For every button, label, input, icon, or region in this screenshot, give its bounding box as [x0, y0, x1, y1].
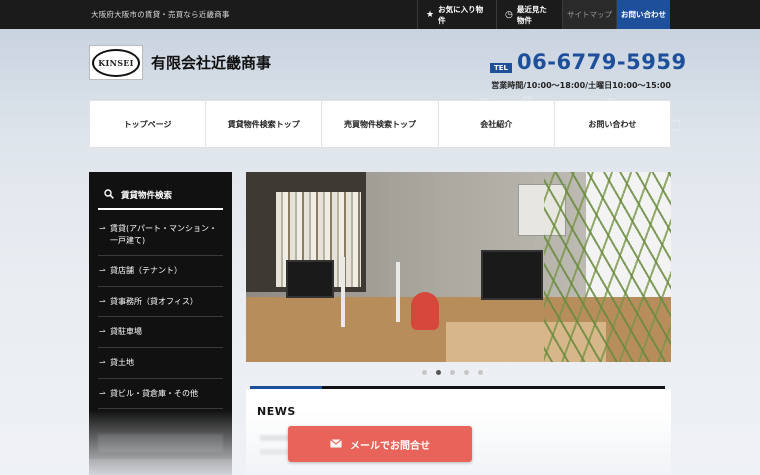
mail-contact-label: メールでお問合せ [350, 440, 430, 452]
logo-emblem: KINSEI [92, 48, 140, 77]
slider-dot-active[interactable] [436, 370, 441, 375]
history-icon: ◷ [505, 9, 513, 20]
slide-photo-plant [544, 172, 671, 362]
sidebar-title-label: 賃貸物件検索 [121, 191, 173, 201]
slide-photo-lamp [341, 257, 345, 327]
nav-item-top[interactable]: トップページ [90, 101, 207, 147]
slider-dot[interactable] [478, 370, 483, 375]
sidebar-item-label: 貸駐車場 [110, 327, 142, 337]
top-links: ★ お気に入り物件 ◷ 最近見た物件 サイトマップ お問い合わせ [417, 0, 670, 29]
recent-label: 最近見た物件 [516, 4, 547, 25]
nav-item-company[interactable]: 会社紹介 [439, 101, 555, 147]
contact-label: お問い合わせ [621, 10, 666, 19]
site-tagline: 大阪府大阪市の賃貸・売買なら近畿商事 [91, 10, 230, 19]
slide-photo-monitor-right [481, 250, 543, 300]
logo-text: KINSEI [98, 57, 134, 68]
sidebar-item-label: 貸店舗（テナント） [110, 266, 182, 276]
arrow-right-icon: ⇀ [99, 296, 106, 306]
arrow-right-icon: ⇀ [99, 327, 106, 337]
sitemap-link[interactable]: サイトマップ [562, 0, 616, 29]
search-icon [104, 188, 114, 202]
arrow-right-icon: ⇀ [99, 224, 106, 233]
sidebar-item-label: 貸土地 [110, 357, 134, 367]
arrow-right-icon: ⇀ [99, 388, 106, 398]
sidebar-item-rental-residential[interactable]: ⇀ 賃貸(アパート・マンション・一戸建て) [98, 214, 223, 257]
business-hours: 営業時間/10:00～18:00/土曜日10:00～15:00 [491, 81, 671, 90]
sidebar-item-label: 貸ビル・貸倉庫・その他 [110, 388, 198, 398]
sidebar-item-parking[interactable]: ⇀ 貸駐車場 [98, 317, 223, 348]
sitemap-label: サイトマップ [567, 10, 612, 19]
recent-link[interactable]: ◷ 最近見た物件 [496, 0, 562, 29]
contact-link[interactable]: お問い合わせ [616, 0, 670, 29]
arrow-right-icon: ⇀ [99, 266, 106, 276]
slider-dot[interactable] [422, 370, 427, 375]
sidebar-title: 賃貸物件検索 [98, 182, 223, 210]
slider-dots [422, 370, 483, 375]
star-icon: ★ [426, 9, 435, 20]
favorites-label: お気に入り物件 [438, 4, 484, 25]
hero-slider[interactable] [246, 172, 671, 362]
sidebar-item-office[interactable]: ⇀ 貸事務所（貸オフィス） [98, 287, 223, 318]
nav-item-sale-search[interactable]: 売買物件検索トップ [322, 101, 439, 147]
slide-photo-lamp [396, 262, 400, 322]
arrow-right-icon: ⇀ [99, 357, 106, 367]
sidebar-item-label: 賃貸(アパート・マンション・一戸建て) [110, 224, 217, 245]
slider-dot[interactable] [450, 370, 455, 375]
slider-dot[interactable] [464, 370, 469, 375]
sidebar-item-store[interactable]: ⇀ 貸店舗（テナント） [98, 256, 223, 287]
global-nav: トップページ 賃貸物件検索トップ 売買物件検索トップ 会社紹介 お問い合わせ [89, 100, 671, 148]
slide-photo-monitor-left [286, 260, 334, 298]
envelope-icon [330, 438, 342, 451]
favorites-link[interactable]: ★ お気に入り物件 [417, 0, 496, 29]
slide-photo-mascot [411, 292, 439, 330]
nav-item-rental-search[interactable]: 賃貸物件検索トップ [206, 101, 323, 147]
top-bar: 大阪府大阪市の賃貸・売買なら近畿商事 ★ お気に入り物件 ◷ 最近見た物件 サイ… [0, 0, 760, 29]
sidebar-item-label: 貸事務所（貸オフィス） [110, 296, 198, 306]
tel-number[interactable]: 06-6779-5959 [517, 50, 687, 74]
company-name[interactable]: 有限会社近畿商事 [151, 52, 271, 73]
sidebar-list: ⇀ 賃貸(アパート・マンション・一戸建て) ⇀ 貸店舗（テナント） ⇀ 貸事務所… [98, 214, 223, 410]
company-logo[interactable]: KINSEI [89, 45, 143, 80]
mail-contact-button[interactable]: メールでお問合せ [288, 426, 472, 462]
tel-badge: TEL [490, 63, 513, 73]
nav-item-contact[interactable]: お問い合わせ [555, 101, 670, 147]
sidebar-item-land[interactable]: ⇀ 貸土地 [98, 348, 223, 379]
sidebar-item-building-warehouse[interactable]: ⇀ 貸ビル・貸倉庫・その他 [98, 379, 223, 410]
